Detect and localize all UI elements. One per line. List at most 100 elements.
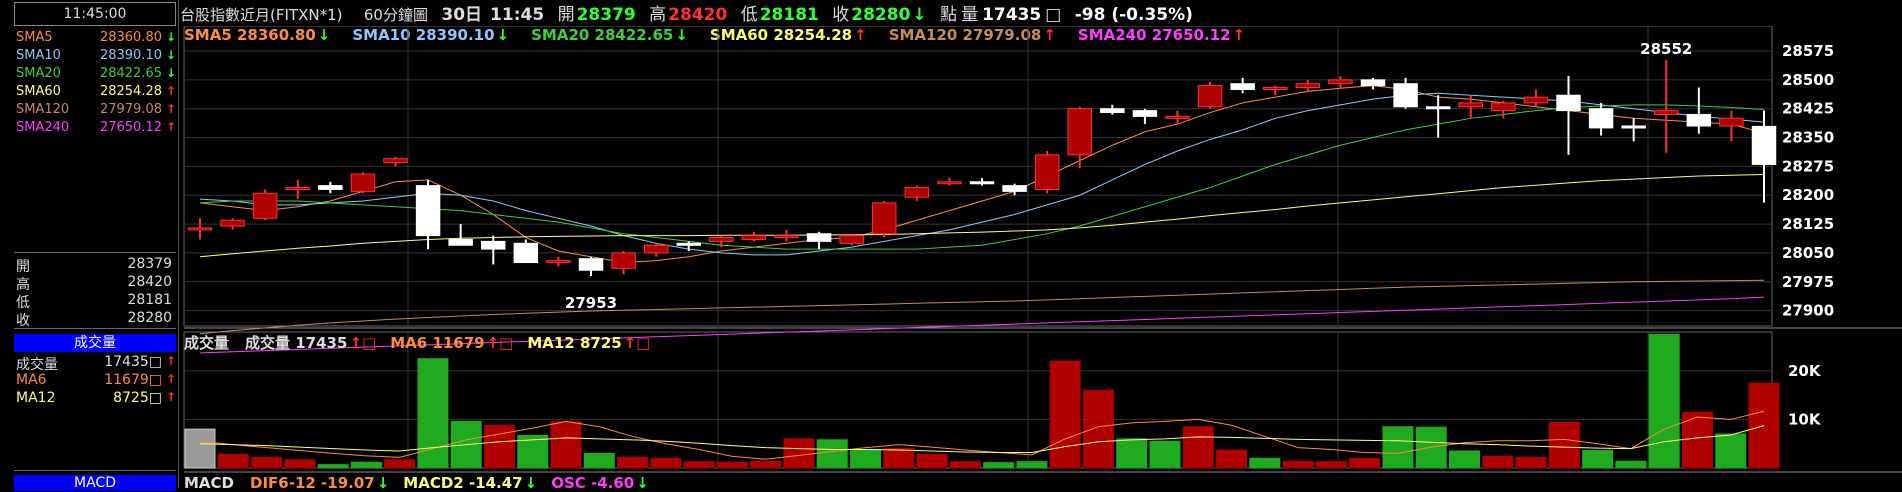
macd-legend: MACD DIF6-12 -19.07 ↓ MACD2 -14.47 ↓ OSC -4.6… bbox=[184, 474, 663, 492]
y-tick-label: 28575 bbox=[1782, 42, 1834, 60]
candle-body bbox=[1328, 79, 1353, 85]
ohlc-value: 28280 bbox=[127, 310, 172, 326]
arrow-down-icon: ↓ bbox=[524, 474, 538, 492]
time-display: 11:45:00 bbox=[14, 2, 176, 26]
candle-body bbox=[1002, 185, 1027, 192]
arrow-up-icon: ↑ bbox=[165, 102, 176, 116]
candle-body bbox=[481, 240, 506, 250]
candle-body bbox=[806, 233, 832, 242]
candle-body bbox=[839, 235, 864, 244]
y-tick-label: 28050 bbox=[1782, 244, 1834, 262]
candle-body bbox=[383, 158, 408, 164]
ohlc-value: 28420 bbox=[127, 274, 172, 290]
candle-body bbox=[1132, 110, 1158, 117]
arrow-down-icon: ↓ bbox=[165, 66, 176, 80]
legend-item: 成交量 bbox=[184, 334, 231, 352]
legend-text: 成交量 17435 bbox=[245, 334, 348, 352]
candle-body bbox=[1425, 106, 1451, 110]
candle-body bbox=[285, 187, 310, 191]
sma-row-sma120: SMA120 27979.08 ↑ bbox=[16, 102, 176, 120]
candle-body bbox=[220, 219, 245, 227]
candle-body bbox=[611, 252, 636, 269]
legend-text: OSC -4.60 bbox=[551, 474, 635, 492]
volume-row-value: 17435□ bbox=[104, 354, 162, 370]
clock-label: 11:45 bbox=[490, 5, 545, 25]
y-tick-label: 28425 bbox=[1782, 100, 1834, 118]
volume-bar bbox=[1715, 433, 1747, 469]
volume-row-value: 11679□ bbox=[104, 372, 162, 388]
volume-bar bbox=[1116, 438, 1148, 469]
low-label: 低 bbox=[740, 5, 758, 25]
volume-row-label: MA6 bbox=[16, 372, 47, 388]
arrow-down-icon: ↓ bbox=[165, 48, 176, 62]
legend-text: 成交量 bbox=[184, 334, 230, 352]
interval-label[interactable]: 60分鐘圖 bbox=[364, 6, 428, 24]
arrow-up-icon: ↑ bbox=[165, 372, 176, 386]
candle-body bbox=[937, 181, 962, 185]
candle-body bbox=[1751, 125, 1777, 165]
arrow-down-icon: ↓ bbox=[376, 474, 390, 492]
sma-value: 28254.28 bbox=[99, 84, 162, 99]
candle-body bbox=[1034, 154, 1060, 190]
arrow-down-icon: ↓ bbox=[165, 30, 176, 44]
volume-bar bbox=[1282, 460, 1314, 469]
candle-body bbox=[1295, 83, 1321, 89]
candle-body bbox=[546, 260, 571, 264]
macd-panel-title[interactable]: MACD bbox=[14, 475, 176, 491]
sma-value: 27650.12 bbox=[99, 120, 162, 135]
change-value: -98 (-0.35%) bbox=[1074, 5, 1193, 25]
sma-value: 28360.80 bbox=[99, 30, 162, 45]
quote-header: 台股指數近月(FITXN*1) 60分鐘圖 30日 11:45 開 28379 高2… bbox=[178, 0, 1902, 26]
volume-bar bbox=[783, 438, 815, 469]
volume-panel-title[interactable]: 成交量 bbox=[14, 334, 176, 352]
ohlc-label: 高 bbox=[16, 277, 30, 293]
candle-body bbox=[187, 227, 213, 231]
candle-body bbox=[513, 242, 539, 264]
divider bbox=[14, 470, 176, 471]
volume-bar bbox=[583, 452, 615, 469]
volume-bar bbox=[1016, 461, 1048, 469]
volume-bar bbox=[1049, 360, 1081, 469]
legend-item: MA12 8725 ↑□ bbox=[527, 334, 650, 352]
candle-body bbox=[1197, 85, 1223, 108]
close-value: 28280 bbox=[851, 5, 911, 25]
volume-bar bbox=[184, 428, 216, 469]
close-label: 收 bbox=[832, 5, 850, 25]
volume-tick-label: 10K bbox=[1788, 410, 1822, 428]
sma-value: 28390.10 bbox=[99, 48, 162, 63]
legend-text: DIF6-12 -19.07 bbox=[250, 474, 375, 492]
legend-text: MACD bbox=[184, 474, 234, 492]
volume-bar bbox=[384, 459, 416, 469]
candle-body bbox=[1654, 110, 1679, 115]
price-annotation: 28552 bbox=[1640, 40, 1692, 58]
instrument-title[interactable]: 台股指數近月(FITXN*1) bbox=[180, 6, 342, 24]
candle-body bbox=[774, 235, 799, 239]
candle-body bbox=[1263, 87, 1288, 91]
volume-bar bbox=[350, 461, 382, 469]
candle-body bbox=[969, 181, 995, 185]
volume-bar bbox=[949, 461, 981, 469]
legend-item: 成交量 17435 ↑□ bbox=[245, 334, 376, 352]
legend-text: MA12 8725 bbox=[527, 334, 622, 352]
candle-body bbox=[709, 237, 734, 242]
volume-bar bbox=[284, 459, 316, 469]
arrow-up-icon: ↑□ bbox=[486, 334, 514, 352]
candle-body bbox=[1360, 79, 1386, 87]
volume-bar bbox=[883, 448, 915, 469]
volume-bar bbox=[217, 453, 249, 469]
sma-label: SMA5 bbox=[16, 30, 53, 45]
volume-bar bbox=[1149, 440, 1181, 469]
arrow-up-icon: ↑ bbox=[165, 354, 176, 368]
volume-row-label: MA12 bbox=[16, 390, 56, 406]
volume-tick-label: 20K bbox=[1788, 362, 1822, 380]
y-tick-label: 28350 bbox=[1782, 129, 1834, 147]
divider bbox=[14, 328, 176, 329]
candle-body bbox=[872, 202, 897, 235]
legend-item: MA6 11679 ↑□ bbox=[390, 334, 513, 352]
arrow-up-icon: ↑□ bbox=[349, 334, 377, 352]
volume-bar bbox=[1548, 421, 1580, 469]
volume-bar bbox=[916, 453, 948, 469]
arrow-up-icon: ↑ bbox=[165, 84, 176, 98]
price-chart[interactable]: 28575 28500 28425 28350 28275 28200 28125 28050… bbox=[178, 26, 1902, 488]
sma-label: SMA20 bbox=[16, 66, 61, 81]
